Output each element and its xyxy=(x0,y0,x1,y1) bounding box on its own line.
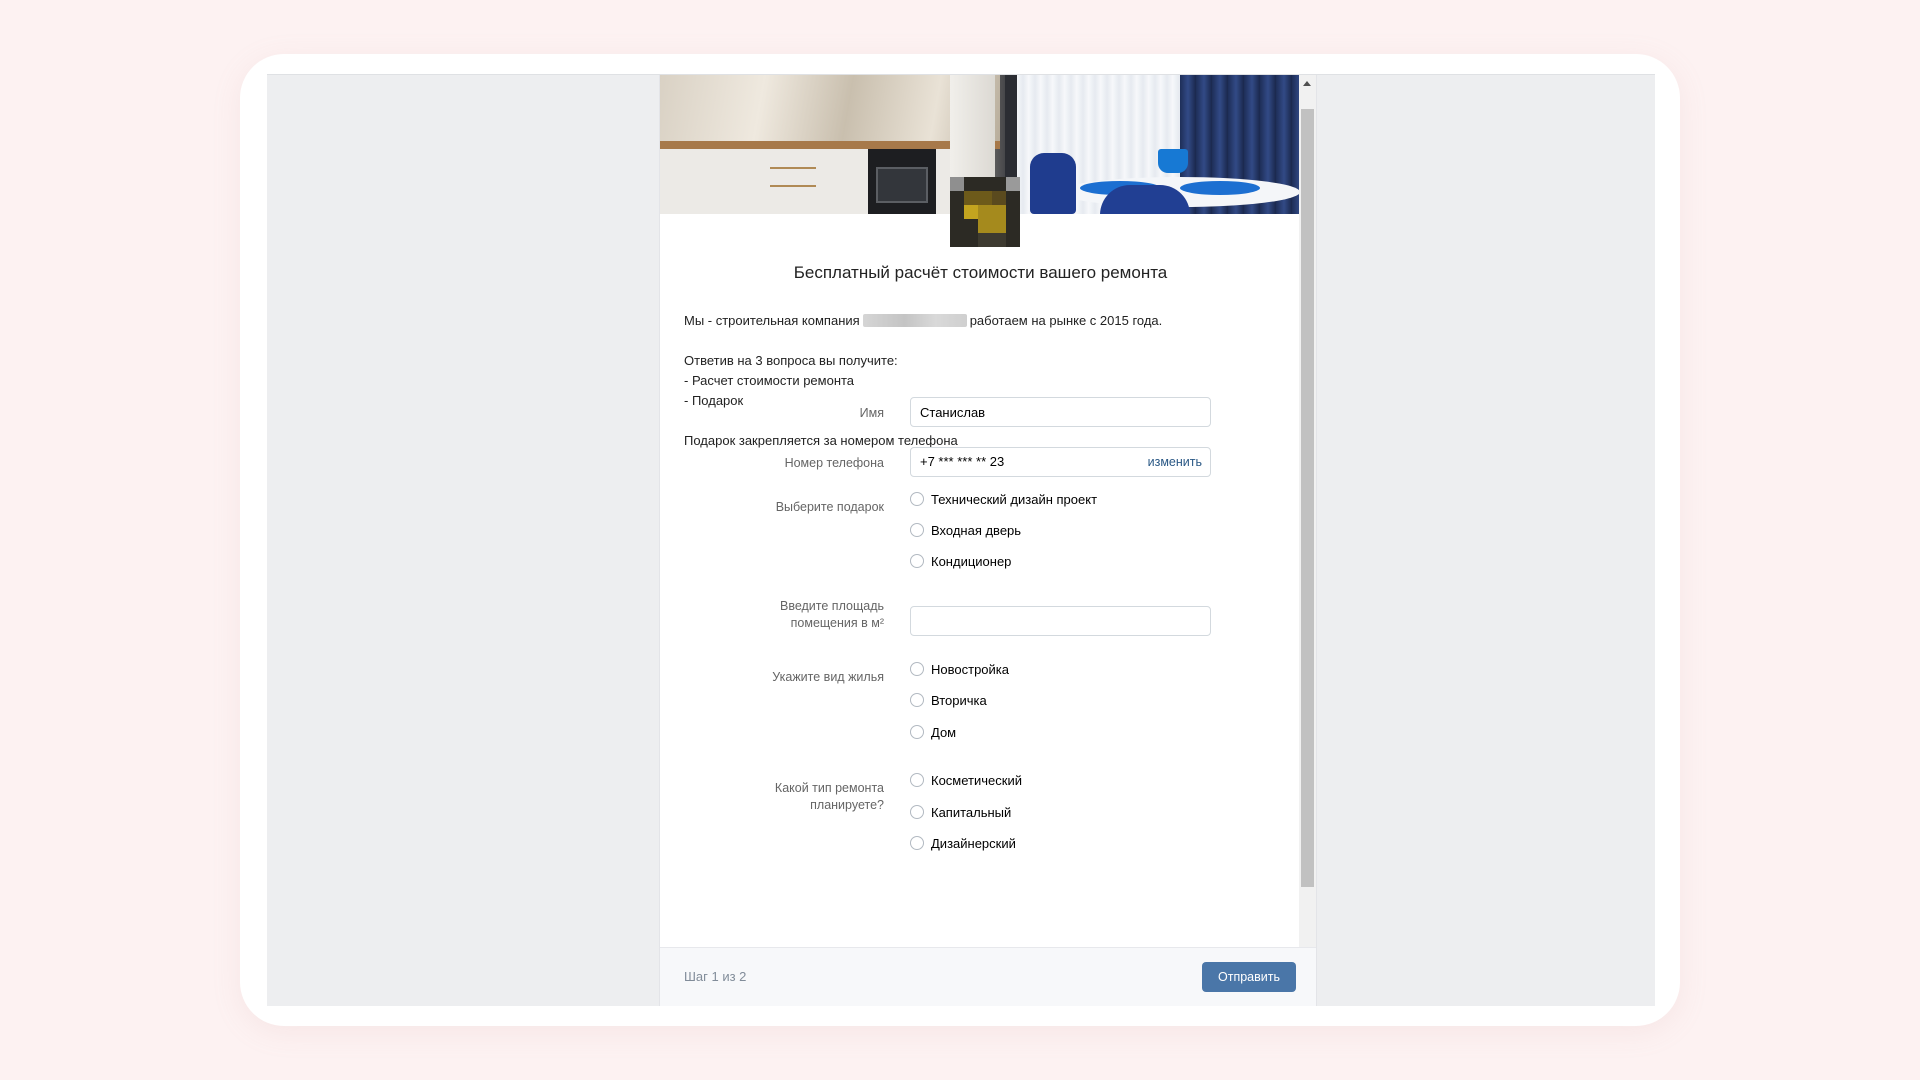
area-input[interactable] xyxy=(920,607,1201,635)
gift-option-label: Кондиционер xyxy=(931,553,1012,569)
repair-option-cosmetic[interactable]: Косметический xyxy=(910,771,1022,789)
radio-icon[interactable] xyxy=(910,554,924,568)
housing-option-label: Дом xyxy=(931,724,957,740)
radio-icon[interactable] xyxy=(910,492,924,506)
repair-option-label: Капитальный xyxy=(931,804,1012,820)
device-frame: Бесплатный расчёт стоимости вашего ремон… xyxy=(240,54,1680,1026)
housing-option-new-building[interactable]: Новостройка xyxy=(910,660,1009,678)
step-indicator: Шаг 1 из 2 xyxy=(684,969,747,984)
gift-option-door[interactable]: Входная дверь xyxy=(910,521,1021,539)
housing-option-secondary[interactable]: Вторичка xyxy=(910,691,987,709)
repair-label-line-2: планируете? xyxy=(810,798,884,812)
name-field[interactable] xyxy=(910,397,1211,427)
description-line-1-end: работаем на рынке с 2015 года. xyxy=(969,313,1163,328)
description-line-1-start: Мы - строительная компания xyxy=(684,313,860,328)
area-field[interactable] xyxy=(910,606,1211,636)
name-input[interactable] xyxy=(920,398,1201,426)
phone-value: +7 *** *** ** 23 xyxy=(920,454,1005,469)
form-description: Мы - строительная компания работаем на ры… xyxy=(684,311,1284,451)
community-avatar xyxy=(950,177,1020,247)
repair-label-line-1: Какой тип ремонта xyxy=(774,781,884,795)
gift-option-design-project[interactable]: Технический дизайн проект xyxy=(910,490,1097,508)
repair-option-label: Косметический xyxy=(931,772,1022,788)
scroll-up-arrow-icon[interactable] xyxy=(1303,81,1311,86)
area-label: Введите площадь помещения в м² xyxy=(684,598,884,632)
form-footer: Шаг 1 из 2 Отправить xyxy=(660,947,1316,1006)
scrollbar-thumb[interactable] xyxy=(1301,109,1314,887)
vertical-scrollbar[interactable] xyxy=(1299,75,1316,947)
radio-icon[interactable] xyxy=(910,662,924,676)
radio-icon[interactable] xyxy=(910,836,924,850)
name-label: Имя xyxy=(859,406,884,420)
change-phone-link[interactable]: изменить xyxy=(1148,448,1202,476)
area-label-line-2: помещения в м² xyxy=(790,616,884,630)
phone-field: +7 *** *** ** 23 изменить xyxy=(910,447,1211,477)
gift-option-label: Технический дизайн проект xyxy=(931,491,1098,507)
form-title: Бесплатный расчёт стоимости вашего ремон… xyxy=(793,263,1168,282)
description-line-2: Ответив на 3 вопроса вы получите: xyxy=(684,353,898,368)
radio-icon[interactable] xyxy=(910,693,924,707)
gift-label: Выберите подарок xyxy=(775,500,884,514)
repair-option-designer[interactable]: Дизайнерский xyxy=(910,834,1016,852)
blurred-company-name xyxy=(862,314,967,327)
gift-option-conditioner[interactable]: Кондиционер xyxy=(910,552,1011,570)
radio-icon[interactable] xyxy=(910,805,924,819)
form-scroll-area[interactable]: Бесплатный расчёт стоимости вашего ремон… xyxy=(660,75,1301,947)
submit-button[interactable]: Отправить xyxy=(1202,962,1296,992)
radio-icon[interactable] xyxy=(910,523,924,537)
repair-option-label: Дизайнерский xyxy=(931,835,1016,851)
description-line-3: - Расчет стоимости ремонта xyxy=(684,373,855,388)
screen: Бесплатный расчёт стоимости вашего ремон… xyxy=(267,74,1655,1006)
repair-option-capital[interactable]: Капитальный xyxy=(910,803,1011,821)
area-label-line-1: Введите площадь xyxy=(780,599,884,613)
phone-label: Номер телефона xyxy=(784,456,884,470)
housing-label: Укажите вид жилья xyxy=(772,670,884,684)
housing-option-house[interactable]: Дом xyxy=(910,723,956,741)
housing-option-label: Вторичка xyxy=(931,692,987,708)
radio-icon[interactable] xyxy=(910,773,924,787)
radio-icon[interactable] xyxy=(910,725,924,739)
housing-option-label: Новостройка xyxy=(931,661,1009,677)
gift-option-label: Входная дверь xyxy=(931,522,1022,538)
repair-type-label: Какой тип ремонта планируете? xyxy=(684,780,884,814)
lead-form-modal: Бесплатный расчёт стоимости вашего ремон… xyxy=(659,75,1317,1006)
